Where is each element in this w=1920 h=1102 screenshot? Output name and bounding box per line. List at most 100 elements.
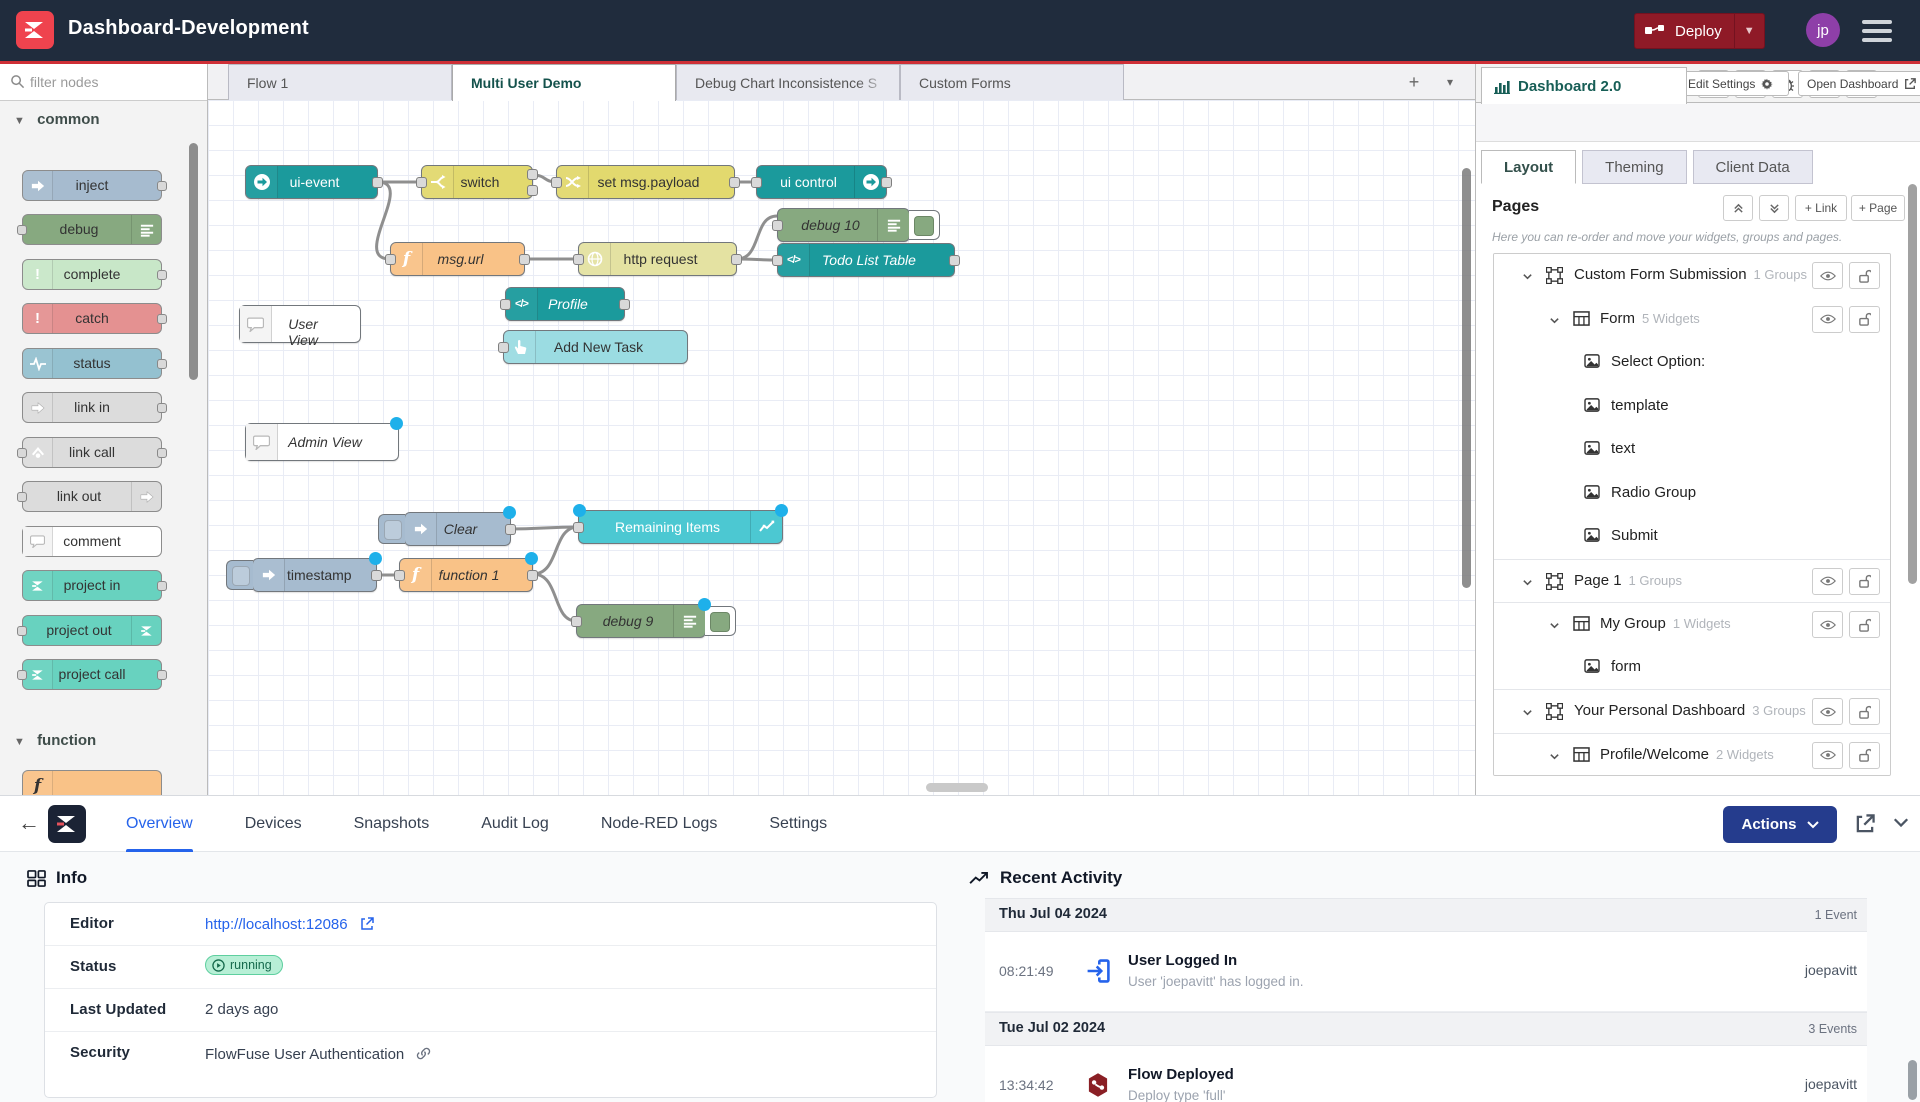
flow-node-switch[interactable]: switch (421, 165, 533, 199)
port-out[interactable] (527, 570, 538, 581)
inject-button[interactable] (378, 514, 405, 544)
tree-row-widget[interactable]: text (1494, 428, 1890, 472)
palette-section-common[interactable]: ▼ common (14, 111, 100, 128)
port-in[interactable] (551, 177, 562, 188)
palette-node-inject[interactable]: inject (22, 170, 162, 201)
palette-scrollbar[interactable] (189, 143, 198, 380)
tree-row-widget[interactable]: Select Option: (1494, 341, 1890, 385)
edit-settings-button[interactable]: Edit Settings (1679, 71, 1789, 96)
palette-node-debug[interactable]: debug (22, 214, 162, 245)
port-in[interactable] (772, 255, 783, 266)
flow-canvas[interactable]: ui-event switch set msg.payload ui contr… (208, 100, 1475, 795)
collapse-all-icon[interactable] (1723, 195, 1753, 221)
flow-list-icon[interactable]: ▾ (1436, 69, 1464, 95)
port-out[interactable] (729, 177, 740, 188)
chevron-down-icon[interactable] (1522, 269, 1533, 287)
tab-client-data[interactable]: Client Data (1693, 150, 1813, 184)
port-out[interactable] (157, 581, 167, 591)
port-out[interactable] (731, 254, 742, 265)
unlock-icon[interactable] (1849, 742, 1880, 769)
sidebar-scrollbar[interactable] (1908, 184, 1917, 584)
canvas-vertical-scrollbar[interactable] (1462, 168, 1471, 588)
palette-node-complete[interactable]: ! complete (22, 259, 162, 290)
port-in[interactable] (573, 254, 584, 265)
tab-theming[interactable]: Theming (1582, 150, 1686, 184)
palette-node-project-out[interactable]: project out (22, 615, 162, 646)
port-out[interactable] (157, 181, 167, 191)
wire[interactable] (533, 527, 578, 574)
tree-row-widget[interactable]: Submit (1494, 515, 1890, 559)
tree-row-widget[interactable]: template (1494, 385, 1890, 429)
flow-node-clear-inject[interactable]: Clear (404, 512, 511, 546)
port-in[interactable] (17, 225, 27, 235)
wire[interactable] (737, 216, 777, 259)
wire[interactable] (533, 574, 576, 621)
chain-link-icon[interactable] (416, 1048, 431, 1065)
flow-node-change[interactable]: set msg.payload (556, 165, 735, 199)
port-out[interactable] (157, 270, 167, 280)
port-in[interactable] (751, 177, 762, 188)
tree-row-page[interactable]: Custom Form Submission1 Groups (1494, 254, 1890, 298)
port-in[interactable] (17, 492, 27, 502)
palette-node-project-call[interactable]: project call (22, 659, 162, 690)
menu-icon[interactable] (1862, 20, 1892, 42)
chevron-down-icon[interactable] (1522, 575, 1533, 593)
port-in[interactable] (385, 254, 396, 265)
tab-settings[interactable]: Settings (743, 796, 853, 852)
flow-node-ui-event[interactable]: ui-event (245, 165, 378, 199)
tree-row-group[interactable]: Profile/Welcome2 Widgets (1494, 733, 1890, 777)
unlock-icon[interactable] (1849, 262, 1880, 289)
flow-tab-3[interactable]: Debug Chart Inconsistence S (676, 64, 900, 100)
port-out[interactable] (949, 255, 960, 266)
avatar[interactable]: jp (1806, 13, 1840, 47)
flow-node-profile[interactable]: </> Profile (505, 287, 625, 321)
unlock-icon[interactable] (1849, 698, 1880, 725)
palette-node-status[interactable]: status (22, 348, 162, 379)
tree-row-group[interactable]: My Group1 Widgets (1494, 602, 1890, 646)
flow-node-todo-list-table[interactable]: </> Todo List Table (777, 243, 955, 277)
wire[interactable] (377, 182, 391, 259)
actions-button[interactable]: Actions (1723, 806, 1837, 843)
port-in[interactable] (17, 626, 27, 636)
flow-node-user-view-comment[interactable]: User View (239, 305, 361, 343)
flow-node-add-new-task[interactable]: Add New Task (503, 330, 688, 364)
filter-nodes-input[interactable] (30, 64, 200, 100)
tree-row-page[interactable]: Your Personal Dashboard3 Groups (1494, 689, 1890, 733)
debug-toggle-button[interactable] (705, 606, 736, 636)
port-out[interactable] (619, 299, 630, 310)
flow-node-msg-url[interactable]: f msg.url (390, 242, 525, 276)
flow-node-debug-10[interactable]: debug 10 (777, 208, 910, 242)
activity-event[interactable]: 08:21:49 User Logged In User 'joepavitt'… (985, 932, 1867, 1012)
palette-node-link-in[interactable]: link in (22, 392, 162, 423)
flow-tab-2-active[interactable]: Multi User Demo (452, 64, 676, 101)
port-out[interactable] (881, 177, 892, 188)
port-out[interactable] (157, 403, 167, 413)
unlock-icon[interactable] (1849, 568, 1880, 595)
tree-row-widget[interactable]: Radio Group (1494, 472, 1890, 516)
tab-audit-log[interactable]: Audit Log (455, 796, 575, 852)
expand-all-icon[interactable] (1759, 195, 1789, 221)
port-in[interactable] (17, 448, 27, 458)
canvas-horizontal-scrollbar[interactable] (926, 783, 988, 792)
flow-tab-1[interactable]: Flow 1 (228, 64, 452, 100)
back-arrow-icon[interactable]: ← (18, 810, 40, 836)
port-in[interactable] (17, 670, 27, 680)
chevron-down-icon[interactable] (1549, 749, 1560, 767)
open-dashboard-button[interactable]: Open Dashboard (1798, 71, 1920, 96)
port-out[interactable] (157, 314, 167, 324)
chevron-down-icon[interactable] (1549, 618, 1560, 636)
tree-row-widget[interactable]: form (1494, 646, 1890, 690)
visibility-eye-icon[interactable] (1812, 611, 1843, 638)
debug-toggle-button[interactable] (909, 210, 940, 240)
add-page-button[interactable]: + Page (1851, 195, 1905, 221)
tab-layout[interactable]: Layout (1481, 150, 1576, 184)
port-in[interactable] (416, 177, 427, 188)
external-link-icon[interactable] (360, 918, 374, 935)
tab-snapshots[interactable]: Snapshots (328, 796, 456, 852)
tab-devices[interactable]: Devices (219, 796, 328, 852)
port-out-2[interactable] (527, 185, 538, 196)
palette-node-project-in[interactable]: project in (22, 570, 162, 601)
palette-node-catch[interactable]: ! catch (22, 303, 162, 334)
port-out[interactable] (505, 524, 516, 535)
flow-node-http-request[interactable]: http request (578, 242, 737, 276)
